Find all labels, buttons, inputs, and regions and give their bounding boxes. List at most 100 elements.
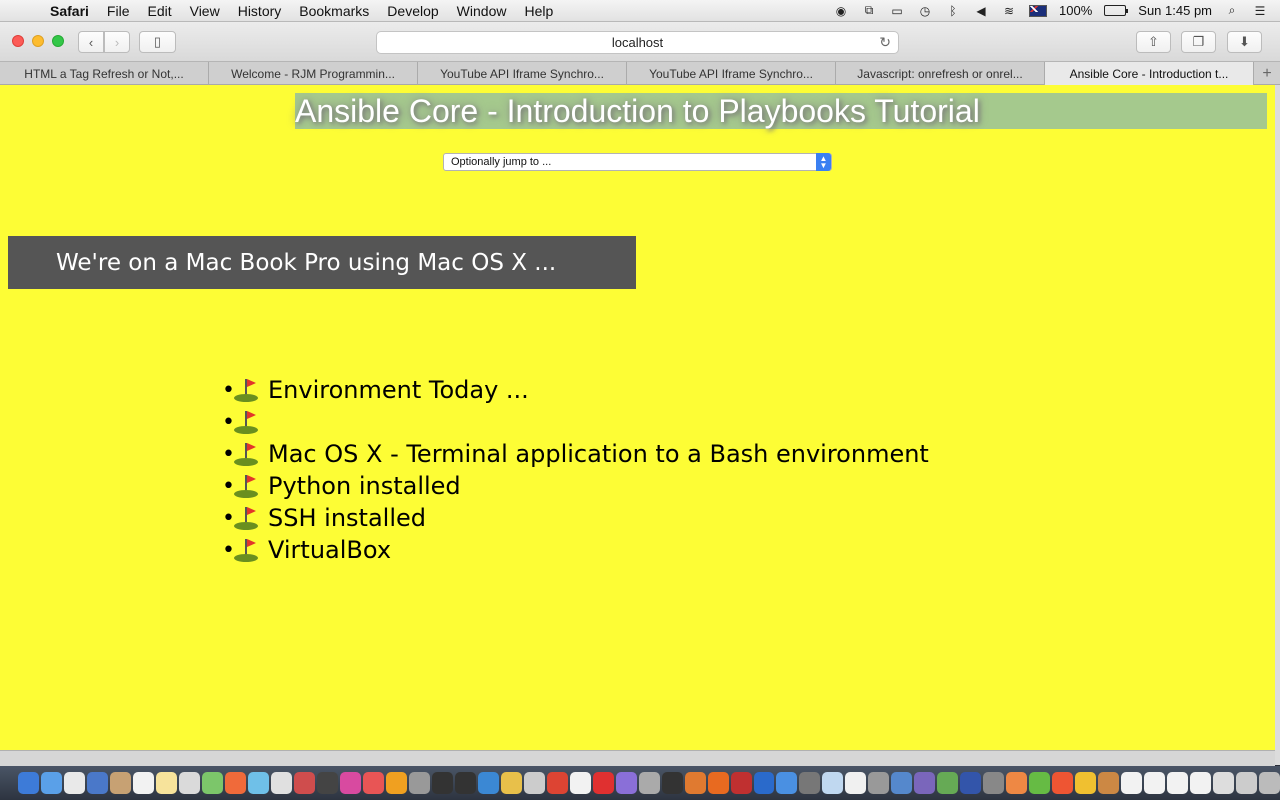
dock-app-icon[interactable]: [776, 772, 798, 794]
dock-app-icon[interactable]: [1213, 772, 1235, 794]
input-source-flag-icon[interactable]: [1029, 4, 1048, 17]
dock-app-icon[interactable]: [362, 772, 384, 794]
tab-1[interactable]: HTML a Tag Refresh or Not,...: [0, 62, 209, 85]
address-bar[interactable]: localhost ↻: [376, 31, 899, 54]
menu-clock[interactable]: Sun 1:45 pm: [1138, 3, 1212, 18]
menu-file[interactable]: File: [107, 3, 130, 19]
dock-app-icon[interactable]: [730, 772, 752, 794]
dock-app-icon[interactable]: [270, 772, 292, 794]
menu-bookmarks[interactable]: Bookmarks: [299, 3, 369, 19]
dock-app-icon[interactable]: [523, 772, 545, 794]
dock-app-icon[interactable]: [224, 772, 246, 794]
dock-app-icon[interactable]: [1236, 772, 1258, 794]
dock-app-icon[interactable]: [1259, 772, 1280, 794]
dock-app-icon[interactable]: [477, 772, 499, 794]
downloads-button[interactable]: ⬇: [1227, 31, 1262, 53]
dock-app-icon[interactable]: [1167, 772, 1189, 794]
dock-app-icon[interactable]: [753, 772, 775, 794]
dock-app-icon[interactable]: [1075, 772, 1097, 794]
dock-app-icon[interactable]: [822, 772, 844, 794]
dock-app-icon[interactable]: [201, 772, 223, 794]
dock-app-icon[interactable]: [1052, 772, 1074, 794]
show-all-tabs-button[interactable]: ❐: [1181, 31, 1216, 53]
forward-button[interactable]: ›: [104, 31, 130, 53]
time-machine-icon[interactable]: ◷: [917, 4, 933, 18]
dock-app-icon[interactable]: [86, 772, 108, 794]
sidebar-toggle-button[interactable]: ▯: [139, 31, 176, 53]
menu-help[interactable]: Help: [524, 3, 553, 19]
window-minimize-button[interactable]: [32, 35, 44, 47]
script-icon[interactable]: ⧉: [861, 3, 877, 18]
back-button[interactable]: ‹: [78, 31, 104, 53]
window-zoom-button[interactable]: [52, 35, 64, 47]
jump-to-select[interactable]: Optionally jump to ... ▲ ▼: [443, 153, 832, 171]
new-tab-button[interactable]: +: [1254, 62, 1280, 85]
tab-3[interactable]: YouTube API Iframe Synchro...: [418, 62, 627, 85]
dock-app-icon[interactable]: [914, 772, 936, 794]
dock-app-icon[interactable]: [408, 772, 430, 794]
wifi-icon[interactable]: ≋: [1001, 4, 1017, 18]
dock-app-icon[interactable]: [592, 772, 614, 794]
menu-view[interactable]: View: [190, 3, 220, 19]
dock-app-icon[interactable]: [569, 772, 591, 794]
bluetooth-icon[interactable]: ᛒ: [945, 4, 961, 18]
tab-6-active[interactable]: Ansible Core - Introduction t...: [1045, 62, 1254, 85]
dock-app-icon[interactable]: [63, 772, 85, 794]
spotlight-search-icon[interactable]: ⌕: [1224, 3, 1240, 18]
dock-app-icon[interactable]: [868, 772, 890, 794]
dock-app-icon[interactable]: [1006, 772, 1028, 794]
dock-app-icon[interactable]: [1144, 772, 1166, 794]
record-icon[interactable]: ◉: [833, 4, 849, 18]
airplay-icon[interactable]: ▭: [889, 4, 905, 18]
window-close-button[interactable]: [12, 35, 24, 47]
dock-app-icon[interactable]: [132, 772, 154, 794]
dock-app-icon[interactable]: [1190, 772, 1212, 794]
list-item: • Mac OS X - Terminal application to a B…: [222, 438, 929, 470]
tab-5[interactable]: Javascript: onrefresh or onrel...: [836, 62, 1045, 85]
dock-app-icon[interactable]: [1098, 772, 1120, 794]
dock-app-icon[interactable]: [500, 772, 522, 794]
menu-window[interactable]: Window: [457, 3, 507, 19]
share-button[interactable]: ⇧: [1136, 31, 1171, 53]
battery-icon[interactable]: [1104, 5, 1129, 16]
dock-app-icon[interactable]: [937, 772, 959, 794]
dock-app-icon[interactable]: [18, 772, 39, 794]
dock-app-icon[interactable]: [891, 772, 913, 794]
dock-app-icon[interactable]: [1121, 772, 1143, 794]
dock-app-icon[interactable]: [178, 772, 200, 794]
dock-app-icon[interactable]: [431, 772, 453, 794]
notification-center-icon[interactable]: ☰: [1252, 4, 1268, 18]
dock-app-icon[interactable]: [615, 772, 637, 794]
menu-bar: Safari File Edit View History Bookmarks …: [0, 0, 1280, 22]
jump-to-selected-value: Optionally jump to ...: [451, 156, 552, 168]
menu-history[interactable]: History: [238, 3, 282, 19]
dock-app-icon[interactable]: [707, 772, 729, 794]
dock-app-icon[interactable]: [316, 772, 338, 794]
dock-app-icon[interactable]: [1029, 772, 1051, 794]
reload-icon[interactable]: ↻: [879, 34, 891, 51]
dock-app-icon[interactable]: [40, 772, 62, 794]
dock-app-icon[interactable]: [845, 772, 867, 794]
volume-icon[interactable]: ◀︎: [973, 4, 989, 18]
menu-app-name[interactable]: Safari: [50, 3, 89, 19]
dock-app-icon[interactable]: [799, 772, 821, 794]
tab-2[interactable]: Welcome - RJM Programmin...: [209, 62, 418, 85]
dock-app-icon[interactable]: [385, 772, 407, 794]
dock-app-icon[interactable]: [454, 772, 476, 794]
dock-app-icon[interactable]: [960, 772, 982, 794]
menu-develop[interactable]: Develop: [387, 3, 438, 19]
menu-edit[interactable]: Edit: [147, 3, 171, 19]
dock-app-icon[interactable]: [638, 772, 660, 794]
dock-app-icon[interactable]: [109, 772, 131, 794]
dock-app-icon[interactable]: [155, 772, 177, 794]
dock-app-icon[interactable]: [247, 772, 269, 794]
dock-app-icon[interactable]: [293, 772, 315, 794]
dock-app-icon[interactable]: [661, 772, 683, 794]
dock-app-icon[interactable]: [684, 772, 706, 794]
dock-app-icon[interactable]: [546, 772, 568, 794]
tab-4[interactable]: YouTube API Iframe Synchro...: [627, 62, 836, 85]
dock-app-icon[interactable]: [339, 772, 361, 794]
dock-app-icon[interactable]: [983, 772, 1005, 794]
tab-bar: HTML a Tag Refresh or Not,... Welcome - …: [0, 62, 1280, 85]
select-stepper-icon: ▲ ▼: [816, 153, 831, 171]
